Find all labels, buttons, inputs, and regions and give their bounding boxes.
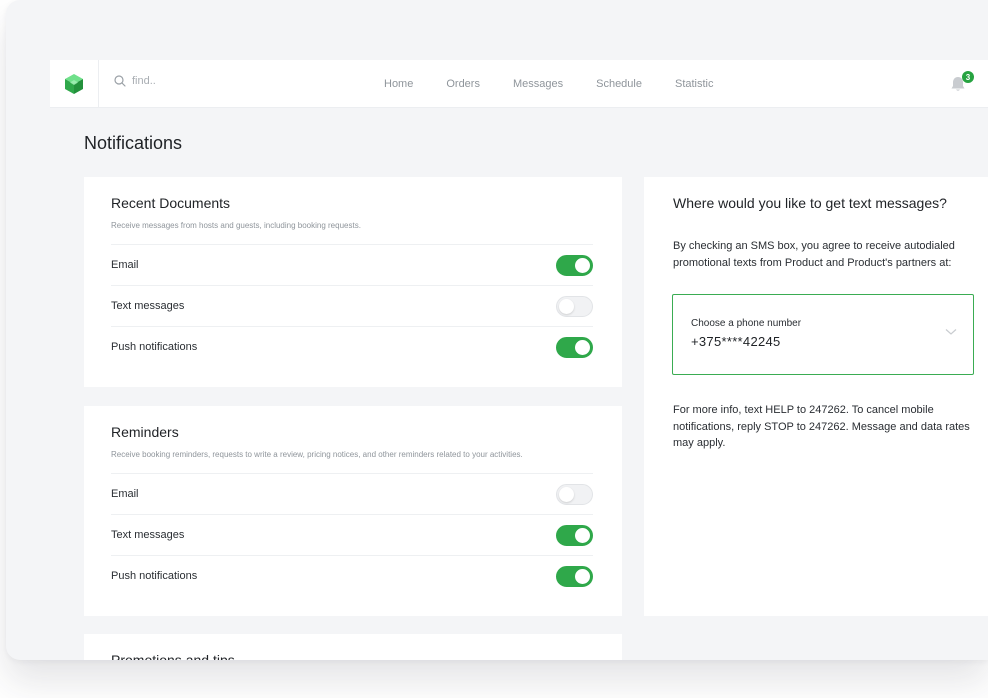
section-title: Reminders xyxy=(111,424,179,440)
nav-schedule[interactable]: Schedule xyxy=(596,78,642,90)
top-navbar: Home Orders Messages Schedule Statistic … xyxy=(50,60,988,108)
row-label: Email xyxy=(111,488,139,500)
sms-info-text: For more info, text HELP to 247262. To c… xyxy=(673,404,970,449)
phone-number-select[interactable]: Choose a phone number +375****42245 xyxy=(672,294,974,375)
logo[interactable] xyxy=(50,60,99,107)
nav-statistic[interactable]: Statistic xyxy=(675,78,714,90)
nav-home[interactable]: Home xyxy=(384,78,413,90)
promotions-card: Promotions and tips xyxy=(84,634,622,660)
nav-messages[interactable]: Messages xyxy=(513,78,563,90)
row-label: Push notifications xyxy=(111,570,198,582)
search-bar xyxy=(114,75,252,87)
sms-settings-card: Where would you like to get text message… xyxy=(644,177,988,616)
push-notifications-toggle[interactable] xyxy=(556,565,593,587)
email-toggle[interactable] xyxy=(556,483,593,505)
page-title: Notifications xyxy=(84,133,183,153)
row-label: Email xyxy=(111,259,139,271)
row-label: Push notifications xyxy=(111,341,198,353)
section-description: Receive messages from hosts and guests, … xyxy=(111,221,361,230)
reminders-card: Reminders Receive booking reminders, req… xyxy=(84,406,622,616)
setting-row-text-messages: Text messages xyxy=(111,285,593,326)
app-window: Home Orders Messages Schedule Statistic … xyxy=(6,0,988,660)
sms-title: Where would you like to get text message… xyxy=(673,195,947,211)
row-label: Text messages xyxy=(111,529,185,541)
section-description: Receive booking reminders, requests to w… xyxy=(111,450,523,459)
cube-logo-icon xyxy=(65,73,83,94)
sms-consent-text: By checking an SMS box, you agree to rec… xyxy=(673,240,955,269)
setting-row-email: Email xyxy=(111,473,593,514)
email-toggle[interactable] xyxy=(556,254,593,276)
row-label: Text messages xyxy=(111,300,185,312)
section-title: Recent Documents xyxy=(111,195,231,211)
search-icon xyxy=(114,75,126,87)
push-notifications-toggle[interactable] xyxy=(556,336,593,358)
phone-select-label: Choose a phone number xyxy=(691,318,802,329)
search-input[interactable] xyxy=(132,75,252,87)
nav-orders[interactable]: Orders xyxy=(446,78,480,90)
text-messages-toggle[interactable] xyxy=(556,524,593,546)
setting-row-text-messages: Text messages xyxy=(111,514,593,555)
notification-count-badge: 3 xyxy=(962,71,974,83)
setting-row-push: Push notifications xyxy=(111,326,593,367)
main-nav: Home Orders Messages Schedule Statistic xyxy=(384,60,747,107)
recent-documents-card: Recent Documents Receive messages from h… xyxy=(84,177,622,387)
section-title: Promotions and tips xyxy=(111,652,235,660)
setting-row-push: Push notifications xyxy=(111,555,593,596)
phone-select-value: +375****42245 xyxy=(691,334,781,349)
text-messages-toggle[interactable] xyxy=(556,295,593,317)
chevron-down-icon xyxy=(945,329,957,335)
setting-row-email: Email xyxy=(111,244,593,285)
